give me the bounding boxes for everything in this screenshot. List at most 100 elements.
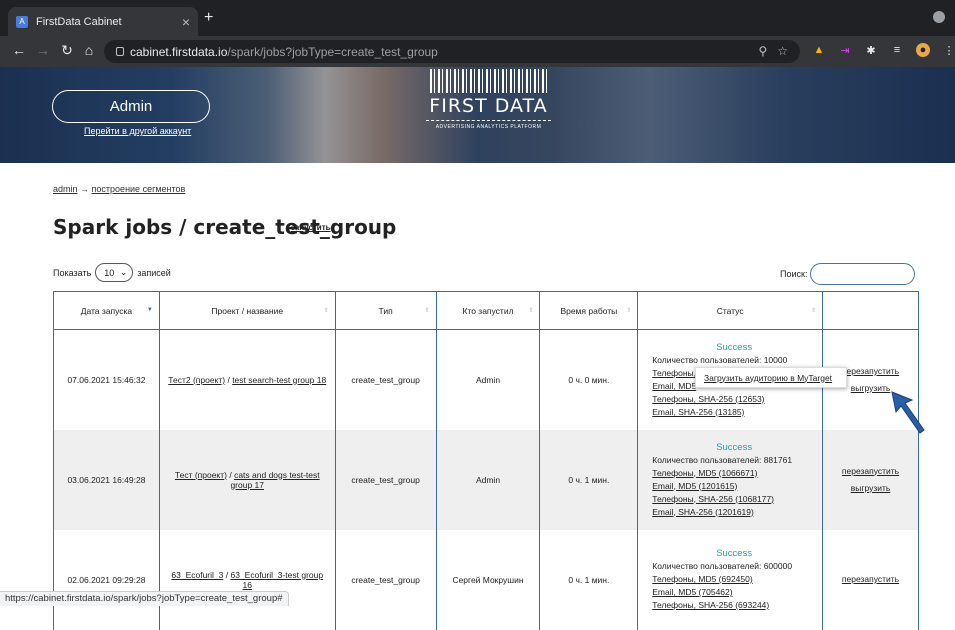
breadcrumb-segments-link[interactable]: построение сегментов: [92, 184, 186, 194]
restart-link[interactable]: перезапустить: [842, 466, 899, 476]
job-name-link[interactable]: test search-test group 18: [232, 375, 326, 385]
page-title: Spark jobs / create_test_group: [53, 215, 397, 239]
cell-user: Сергей Мокрушин: [435, 529, 541, 630]
back-icon[interactable]: ←: [10, 42, 28, 58]
cell-project: Тест2 (проект) / test search-test group …: [158, 329, 336, 430]
search-label: Поиск:: [780, 269, 808, 279]
table-row: 02.06.2021 09:29:28 63_Ecofuril_3 / 63_E…: [53, 529, 919, 630]
switch-account-link[interactable]: Перейти в другой аккаунт: [84, 126, 191, 136]
project-link[interactable]: 63_Ecofuril_3: [171, 570, 223, 580]
cell-duration: 0 ч. 1 мин.: [539, 529, 639, 630]
export-link[interactable]: выгрузить: [851, 483, 891, 493]
page-size-control: Показать 10 ⌄ записей: [53, 263, 171, 282]
lock-icon: [116, 47, 124, 56]
browser-tab[interactable]: A FirstData Cabinet ×: [8, 7, 198, 36]
site-header-banner: Admin Перейти в другой аккаунт FIRST DAT…: [0, 67, 955, 163]
user-count: Количество пользователей: 10000: [652, 354, 788, 365]
page-size-select[interactable]: 10 ⌄: [95, 263, 134, 282]
reading-list-icon[interactable]: ≡: [890, 43, 904, 57]
sort-desc-icon: ▼: [146, 307, 153, 313]
barcode-logo-icon: [430, 69, 547, 93]
address-bar[interactable]: cabinet.firstdata.io/spark/jobs?jobType=…: [104, 40, 800, 63]
puzzle-extensions-icon[interactable]: ✱: [864, 43, 878, 57]
user-count: Количество пользователей: 600000: [652, 561, 793, 571]
sort-icon: ⇕: [528, 308, 534, 314]
status-badge: Success: [716, 548, 753, 559]
cell-date: 02.06.2021 09:29:28: [53, 529, 160, 630]
status-bar-url: https://cabinet.firstdata.io/spark/jobs?…: [0, 591, 289, 606]
download-phones-sha256-link[interactable]: Телефоны, SHA-256 (693244): [652, 600, 769, 610]
export-link[interactable]: выгрузить: [851, 383, 891, 393]
restart-link[interactable]: перезапустить: [842, 366, 899, 376]
extension-arrow-icon[interactable]: ⇥: [838, 43, 852, 57]
cell-type: create_test_group: [334, 529, 437, 630]
forward-icon[interactable]: →: [34, 42, 52, 58]
col-header-user[interactable]: Кто запустил ⇕: [435, 291, 541, 330]
close-tab-icon[interactable]: ×: [182, 14, 190, 30]
run-job-link[interactable]: запустить: [291, 223, 331, 232]
download-email-sha256-link[interactable]: Email, SHA-256 (13185): [652, 407, 744, 417]
col-header-actions: [822, 291, 919, 330]
col-header-date[interactable]: Дата запуска ▼: [53, 291, 160, 330]
project-link[interactable]: Тест (проект): [175, 470, 227, 480]
col-header-duration[interactable]: Время работы ⇕: [539, 291, 639, 330]
download-email-md5-link[interactable]: Email, MD5: [652, 381, 696, 391]
download-phones-sha256-link[interactable]: Телефоны, SHA-256 (12653): [652, 394, 764, 404]
drive-extension-icon[interactable]: ▲: [812, 43, 826, 57]
cell-status: Success Количество пользователей: 600000…: [637, 529, 824, 630]
user-count: Количество пользователей: 881761: [652, 454, 793, 465]
entries-label: записей: [137, 267, 171, 278]
search-input[interactable]: [810, 263, 916, 285]
cell-project: Тест (проект) / cats and dogs test-test …: [158, 429, 336, 530]
home-icon[interactable]: ⌂: [80, 42, 98, 58]
cell-type: create_test_group: [334, 329, 437, 430]
cell-user: Admin: [435, 329, 541, 430]
table-row: 03.06.2021 16:49:28 Тест (проект) / cats…: [53, 429, 919, 530]
cell-date: 03.06.2021 16:49:28: [53, 429, 160, 530]
search-control: Поиск:: [780, 263, 916, 285]
chevron-down-icon: ⌄: [119, 267, 128, 277]
profile-avatar-icon[interactable]: ●: [916, 43, 930, 57]
window-menu-icon[interactable]: [933, 11, 945, 23]
sort-icon: ⇕: [424, 308, 430, 314]
browser-menu-icon[interactable]: ⋮: [942, 43, 955, 57]
breadcrumb-admin-link[interactable]: admin: [53, 184, 78, 194]
cell-duration: 0 ч. 1 мин.: [539, 429, 639, 530]
cell-actions: перезапустить выгрузить: [822, 429, 919, 530]
restart-link[interactable]: перезапустить: [842, 574, 899, 584]
new-tab-icon[interactable]: +: [204, 9, 213, 27]
status-badge: Success: [716, 341, 753, 353]
download-email-sha256-link[interactable]: Email, SHA-256 (1201619): [652, 507, 754, 517]
download-email-md5-link[interactable]: Email, MD5 (705462): [652, 587, 732, 597]
current-user-button[interactable]: Admin: [52, 90, 210, 123]
reload-icon[interactable]: ↻: [58, 42, 76, 59]
site-favicon-icon: A: [16, 15, 28, 28]
extensions-area: ▲ ⇥ ✱ ≡ ● ⋮: [812, 43, 955, 57]
table-header-row: Дата запуска ▼ Проект / название ⇕ Тип ⇕ Кт…: [53, 291, 919, 330]
download-phones-sha256-link[interactable]: Телефоны, SHA-256 (1068177): [652, 494, 774, 504]
cell-type: create_test_group: [334, 429, 437, 530]
logo-subtitle: ADVERTISING ANALYTICS PLATFORM: [426, 120, 551, 130]
sort-icon: ⇕: [626, 308, 632, 314]
download-phones-md5-link[interactable]: Телефоны, MD5 (1066671): [652, 468, 757, 478]
job-name-link[interactable]: 63_Ecofuril_3-test group 16: [230, 570, 323, 590]
project-link[interactable]: Тест2 (проект): [168, 375, 225, 385]
page-size-value: 10: [104, 267, 115, 278]
tab-title: FirstData Cabinet: [36, 15, 122, 28]
download-email-md5-link[interactable]: Email, MD5 (1201615): [652, 481, 737, 491]
jobs-table: Дата запуска ▼ Проект / название ⇕ Тип ⇕ Кт…: [53, 291, 919, 630]
cell-user: Admin: [435, 429, 541, 530]
pointer-arrow-icon: [891, 391, 925, 434]
url-path: /spark/jobs?jobType=create_test_group: [227, 44, 438, 59]
bookmark-star-icon[interactable]: ⚲ ☆: [758, 44, 788, 58]
col-header-type[interactable]: Тип ⇕: [334, 291, 437, 330]
job-name-link[interactable]: cats and dogs test-test group 17: [230, 470, 319, 490]
col-header-status[interactable]: Статус ⇕: [637, 291, 824, 330]
col-header-project[interactable]: Проект / название ⇕: [158, 291, 336, 330]
upload-mytarget-link[interactable]: Загрузить аудиторию в MyTarget: [704, 373, 832, 383]
cell-date: 07.06.2021 15:46:32: [53, 329, 160, 430]
upload-mytarget-popup[interactable]: Загрузить аудиторию в MyTarget: [695, 367, 847, 388]
logo-title: FIRST DATA: [429, 95, 548, 117]
firstdata-logo[interactable]: FIRST DATA ADVERTISING ANALYTICS PLATFOR…: [426, 69, 551, 130]
download-phones-md5-link[interactable]: Телефоны, MD5 (692450): [652, 574, 752, 584]
